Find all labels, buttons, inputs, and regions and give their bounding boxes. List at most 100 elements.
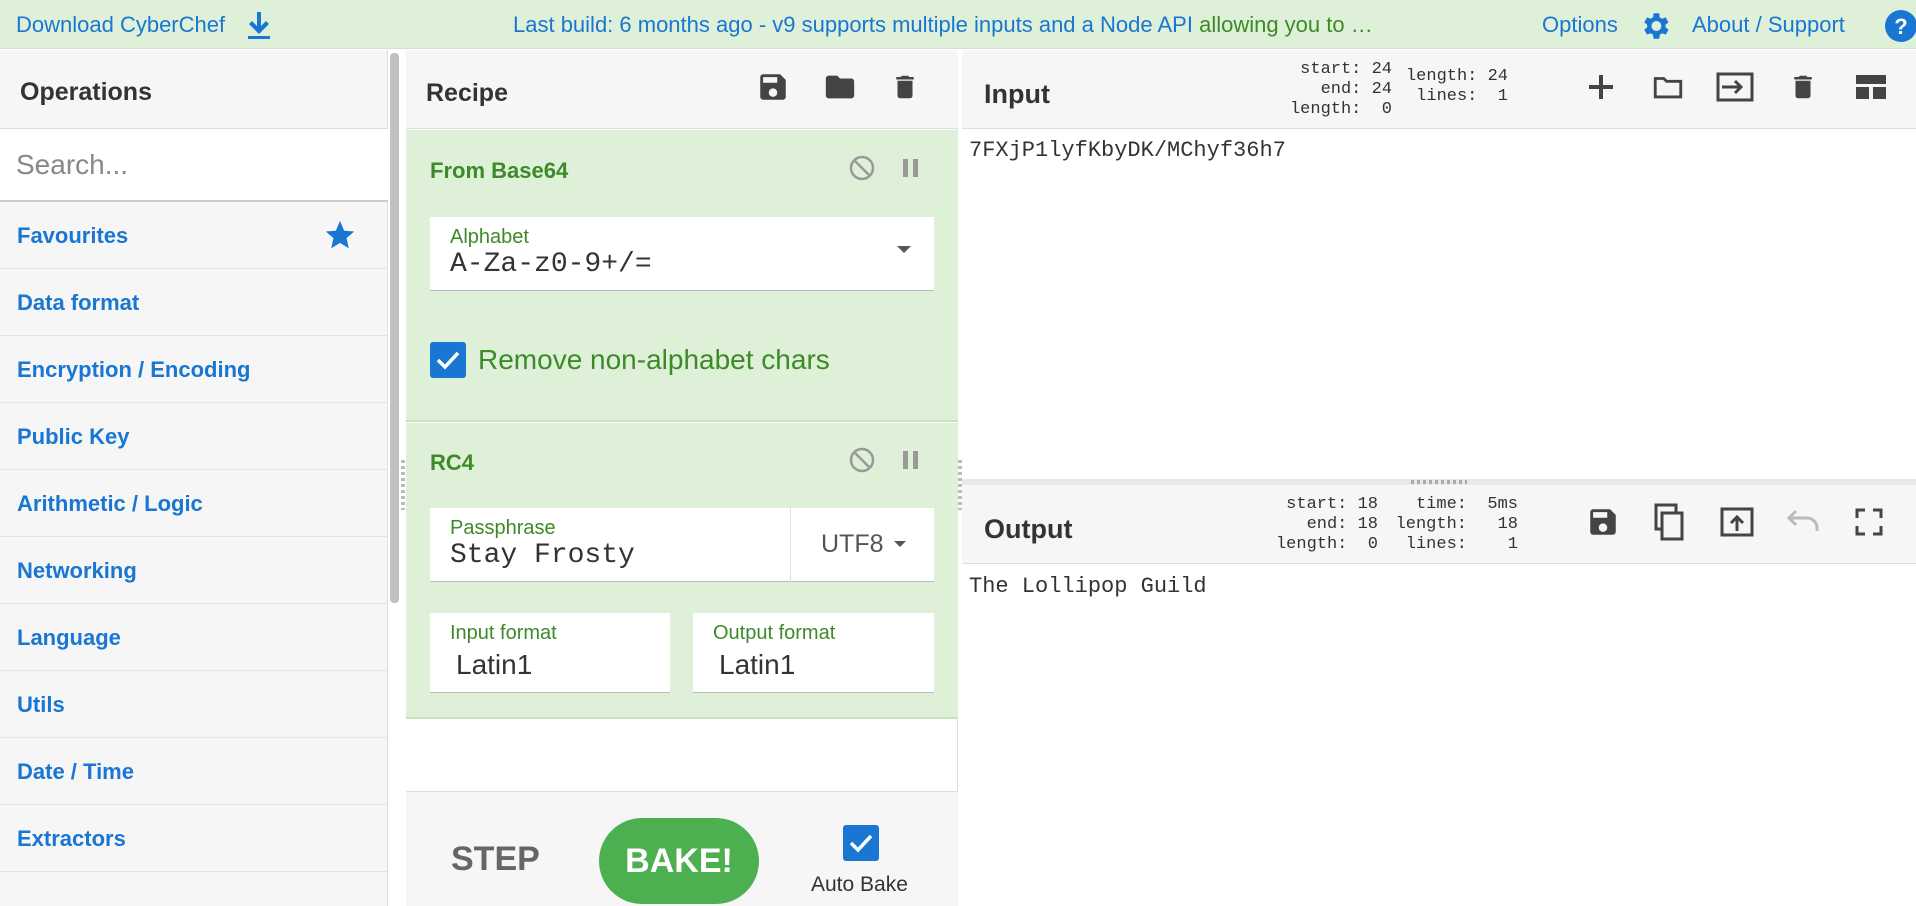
gear-icon [1638,9,1672,43]
bake-button[interactable]: BAKE! [599,818,759,904]
open-folder-icon[interactable] [1650,70,1686,104]
category-public-key[interactable]: Public Key [0,403,388,470]
category-label: Public Key [17,424,130,449]
resize-handle[interactable] [401,460,405,510]
category-networking[interactable]: Networking [0,537,388,604]
alphabet-select[interactable]: Alphabet A-Za-z0-9+/= [430,217,934,291]
add-tab-icon[interactable] [1586,72,1616,102]
output-format-value: Latin1 [719,649,796,680]
output-format-label: Output format [713,622,836,644]
category-utils[interactable]: Utils [0,671,388,738]
options-button[interactable]: Options [1542,12,1669,39]
save-output-icon[interactable] [1586,505,1620,539]
input-to-output-icon[interactable] [1716,70,1754,104]
build-notice-highlight: allowing you to … [1199,12,1373,37]
op-title: From Base64 [430,158,569,183]
download-icon [246,10,272,40]
auto-bake-label: Auto Bake [811,873,908,896]
category-extractors[interactable]: Extractors [0,805,388,872]
passphrase-value: Stay Frosty [450,540,635,571]
clear-input-icon[interactable] [1788,70,1818,104]
category-label: Data format [17,290,140,315]
output-title: Output [984,514,1073,544]
alphabet-value: A-Za-z0-9+/= [450,249,652,280]
operations-panel: Operations Favourites Data format Encryp… [0,50,399,906]
passphrase-label: Passphrase [450,517,556,539]
operations-title: Operations [20,78,152,106]
input-text[interactable]: 7FXjP1lyfKbyDK/MChyf36h7 [969,138,1286,163]
category-label: Extractors [17,826,126,851]
build-notice-text: Last build: 6 months ago - v9 supports m… [513,12,1200,37]
category-encryption-encoding[interactable]: Encryption / Encoding [0,336,388,403]
options-label: Options [1542,12,1618,37]
io-panel: Input start: 24 end: 24 length: 0 length… [962,50,1916,906]
star-icon [322,218,358,252]
category-language[interactable]: Language [0,604,388,671]
search-box [0,129,388,202]
category-label: Favourites [17,223,129,248]
recipe-panel: Recipe From Base64 Alphabet A-Za-z0-9+/= [401,50,962,906]
remove-nonalphabet-checkbox[interactable] [430,342,466,378]
download-label: Download CyberChef [16,12,226,37]
help-icon: ? [1884,9,1916,43]
passphrase-encoding-select[interactable]: UTF8 [790,508,934,582]
input-format-label: Input format [450,622,557,644]
io-resize-grip[interactable] [1411,480,1467,484]
pause-icon[interactable] [900,448,922,472]
category-arithmetic-logic[interactable]: Arithmetic / Logic [0,470,388,537]
step-button[interactable]: STEP [451,840,540,879]
svg-text:?: ? [1894,14,1907,39]
save-recipe-icon[interactable] [756,70,790,104]
category-label: Language [17,625,121,650]
undo-icon[interactable] [1786,507,1822,535]
copy-output-icon[interactable] [1652,503,1686,541]
output-format-select[interactable]: Output format Latin1 [693,613,934,693]
input-header: Input start: 24 end: 24 length: 0 length… [962,50,1916,129]
passphrase-field[interactable]: Passphrase Stay Frosty UTF8 [430,508,934,582]
chevron-down-icon [896,245,912,255]
category-label: Date / Time [17,759,134,784]
disable-icon[interactable] [848,154,876,182]
category-data-format[interactable]: Data format [0,269,388,336]
load-recipe-icon[interactable] [822,70,858,104]
replace-input-icon[interactable] [1720,505,1754,539]
input-title: Input [984,79,1050,109]
op-rc4[interactable]: RC4 Passphrase Stay Frosty UTF8 Input fo… [406,423,958,719]
search-input[interactable] [16,145,366,185]
clear-recipe-icon[interactable] [890,70,920,104]
chevron-down-icon [893,540,907,549]
layout-icon[interactable] [1854,72,1888,102]
category-label: Networking [17,558,137,583]
recipe-title: Recipe [426,79,508,107]
operations-scrollbar[interactable] [390,53,399,603]
top-banner: Download CyberChef Last build: 6 months … [0,0,1916,49]
about-label: About / Support [1692,12,1845,37]
download-link[interactable]: Download CyberChef [16,12,270,39]
recipe-controls: STEP BAKE! Auto Bake [406,791,958,906]
output-length-stats: time: 5ms length: 18 lines: 1 [1395,495,1518,554]
category-date-time[interactable]: Date / Time [0,738,388,805]
op-from-base64[interactable]: From Base64 Alphabet A-Za-z0-9+/= Remove… [406,130,958,422]
auto-bake-checkbox[interactable] [843,825,879,861]
output-text: The Lollipop Guild [969,574,1207,599]
pause-icon[interactable] [900,156,922,180]
input-format-value: Latin1 [456,649,533,680]
input-selection-stats: start: 24 end: 24 length: 0 [1289,60,1392,119]
encoding-value: UTF8 [821,530,884,558]
category-label: Encryption / Encoding [17,357,251,382]
remove-nonalphabet-label: Remove non-alphabet chars [478,344,830,375]
recipe-header: Recipe [406,50,958,129]
input-format-select[interactable]: Input format Latin1 [430,613,670,693]
about-support-button[interactable]: About / Support ? [1692,10,1916,42]
op-title: RC4 [430,450,475,475]
build-notice[interactable]: Last build: 6 months ago - v9 supports m… [513,12,1373,38]
category-label: Utils [17,692,65,717]
category-favourites[interactable]: Favourites [0,202,388,269]
category-label: Arithmetic / Logic [17,491,203,516]
operations-header: Operations [0,50,388,129]
output-header: Output start: 18 end: 18 length: 0 time:… [962,485,1916,564]
input-length-stats: length: 24 lines: 1 [1405,67,1508,106]
maximise-icon[interactable] [1854,507,1884,537]
disable-icon[interactable] [848,446,876,474]
output-selection-stats: start: 18 end: 18 length: 0 [1275,495,1378,554]
